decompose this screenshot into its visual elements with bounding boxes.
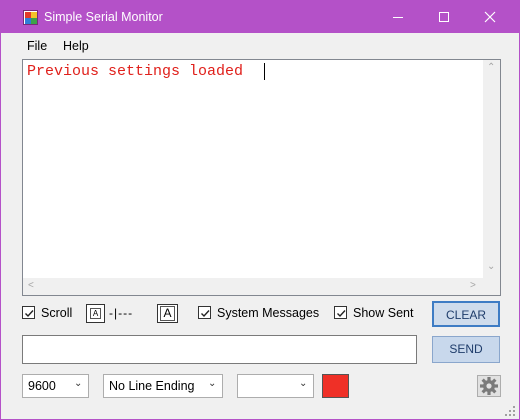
menu-bar: File Help — [1, 33, 519, 57]
baud-rate-select[interactable]: 9600 ⌄ — [22, 374, 89, 398]
font-larger-button[interactable]: A — [157, 304, 178, 323]
scroll-left-icon[interactable]: < — [28, 280, 34, 291]
font-large-icon: A — [160, 306, 175, 321]
system-messages-checkbox[interactable] — [198, 306, 211, 319]
scrollbar-corner — [483, 278, 500, 295]
chevron-down-icon: ⌄ — [299, 378, 308, 389]
gear-icon — [480, 377, 498, 395]
checkmark-icon — [201, 310, 210, 318]
maximize-icon — [439, 12, 449, 22]
resize-grip-icon[interactable] — [504, 405, 516, 417]
scroll-checkbox[interactable] — [22, 306, 35, 319]
checkmark-icon — [337, 310, 346, 318]
menu-file[interactable]: File — [27, 39, 47, 53]
send-button[interactable]: SEND — [432, 336, 500, 363]
font-smaller-button[interactable]: A — [86, 304, 105, 323]
show-sent-label: Show Sent — [353, 306, 414, 320]
scroll-label: Scroll — [41, 306, 73, 320]
settings-button[interactable] — [477, 375, 501, 397]
output-text: Previous settings loaded — [27, 63, 244, 80]
text-color-button[interactable] — [322, 374, 349, 398]
port-select[interactable]: ⌄ — [237, 374, 314, 398]
minimize-button[interactable] — [375, 1, 421, 33]
show-sent-checkbox[interactable] — [334, 306, 347, 319]
line-ending-value: No Line Ending — [109, 379, 195, 393]
text-caret — [264, 63, 265, 80]
scroll-down-icon[interactable]: ⌄ — [487, 261, 495, 272]
clear-button[interactable]: CLEAR — [432, 301, 500, 327]
app-icon — [23, 10, 38, 25]
menu-help[interactable]: Help — [63, 39, 89, 53]
send-input[interactable] — [22, 335, 417, 364]
minimize-icon — [393, 17, 403, 18]
chevron-down-icon: ⌄ — [74, 378, 83, 389]
window-title: Simple Serial Monitor — [44, 10, 163, 24]
vertical-scrollbar[interactable]: ⌃ ⌄ — [483, 60, 500, 278]
font-small-icon: A — [90, 308, 101, 319]
horizontal-scrollbar[interactable]: < > — [23, 278, 483, 295]
title-bar[interactable]: Simple Serial Monitor — [1, 1, 519, 33]
system-messages-label: System Messages — [217, 306, 320, 320]
baud-rate-value: 9600 — [28, 379, 56, 393]
font-size-slider[interactable]: -|--- — [109, 306, 133, 320]
line-ending-select[interactable]: No Line Ending ⌄ — [103, 374, 223, 398]
serial-output[interactable]: Previous settings loaded ⌃ ⌄ < > — [22, 59, 501, 296]
scroll-right-icon[interactable]: > — [470, 280, 476, 291]
app-window: Simple Serial Monitor File Help Previous… — [0, 0, 520, 420]
close-icon — [484, 11, 496, 23]
scroll-up-icon[interactable]: ⌃ — [487, 62, 495, 73]
close-button[interactable] — [467, 1, 513, 33]
chevron-down-icon: ⌄ — [208, 378, 217, 389]
maximize-button[interactable] — [421, 1, 467, 33]
checkmark-icon — [25, 310, 34, 318]
